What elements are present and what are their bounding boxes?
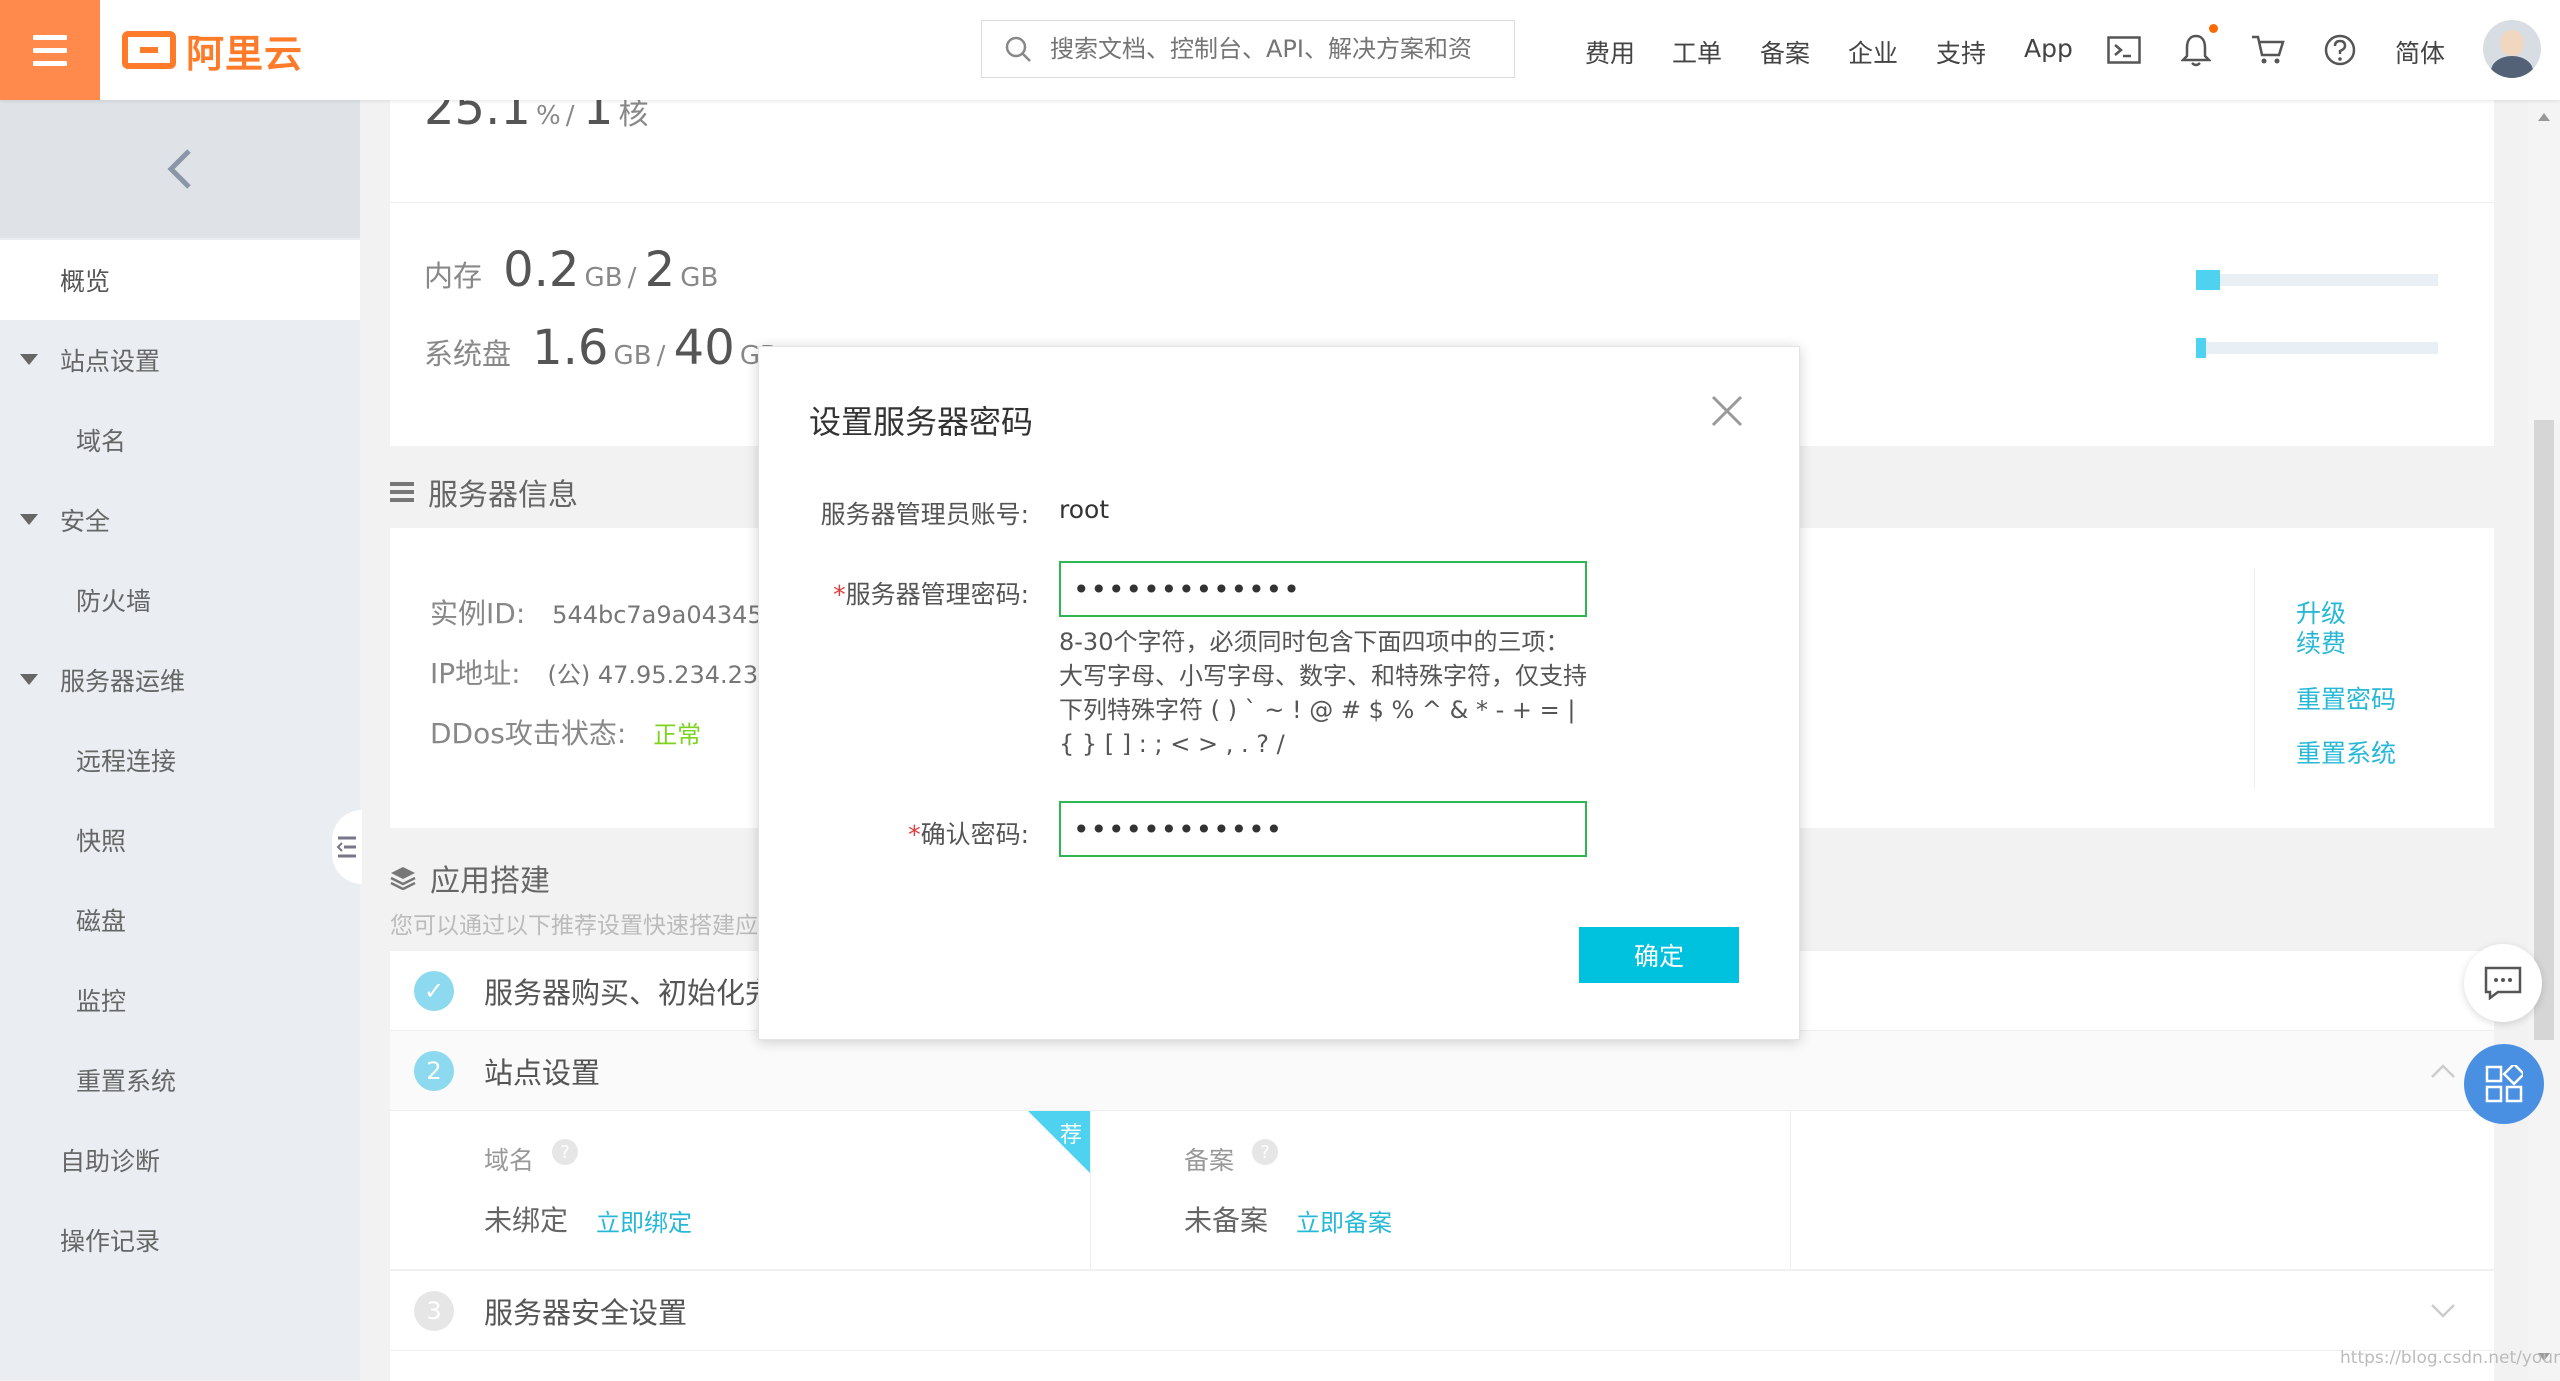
nav-support[interactable]: 支持 xyxy=(1936,34,1986,70)
layers-icon xyxy=(390,867,416,890)
app-build-heading: 应用搭建 xyxy=(390,856,550,900)
sidebar-item-snapshot[interactable]: 快照 xyxy=(0,800,360,880)
memory-progress-bar xyxy=(2196,270,2438,290)
server-info-heading: 服务器信息 xyxy=(390,470,578,514)
nav-app[interactable]: App xyxy=(2024,34,2073,63)
sidebar-item-reset-system[interactable]: 重置系统 xyxy=(0,1040,360,1120)
sidebar-item-site-settings[interactable]: 站点设置 xyxy=(0,320,360,400)
apply-icp-link[interactable]: 立即备案 xyxy=(1296,1203,1392,1238)
nav-enterprise[interactable]: 企业 xyxy=(1848,34,1898,70)
help-icon[interactable]: ? xyxy=(552,1139,578,1165)
chat-icon xyxy=(2484,966,2522,1000)
account-value: root xyxy=(1059,495,1110,524)
sidebar-item-operation-log[interactable]: 操作记录 xyxy=(0,1200,360,1280)
terminal-icon[interactable] xyxy=(2104,30,2144,70)
reset-system-link[interactable]: 重置系统 xyxy=(2296,734,2396,770)
sidebar-back-button[interactable] xyxy=(0,100,360,238)
icp-status: 未备案 xyxy=(1184,1204,1269,1237)
sidebar-item-firewall[interactable]: 防火墙 xyxy=(0,560,360,640)
hamburger-menu-button[interactable] xyxy=(0,0,100,100)
search-box[interactable] xyxy=(981,20,1515,78)
scroll-up-icon[interactable] xyxy=(2537,112,2551,122)
password-input[interactable] xyxy=(1059,561,1587,617)
help-icon[interactable]: ? xyxy=(1252,1139,1278,1165)
notification-dot xyxy=(2209,24,2218,33)
caret-down-icon xyxy=(20,674,38,685)
sidebar-item-monitor[interactable]: 监控 xyxy=(0,960,360,1040)
list-icon xyxy=(336,836,356,858)
nav-icp[interactable]: 备案 xyxy=(1760,34,1810,70)
logo-mark-icon xyxy=(122,31,176,69)
chevron-up-icon xyxy=(2431,1064,2455,1078)
recommend-badge: 荐 xyxy=(1060,1123,1083,1148)
search-icon xyxy=(1005,36,1031,62)
dialog-title: 设置服务器密码 xyxy=(809,403,1034,441)
step-number: 2 xyxy=(414,1051,454,1091)
password-hint: 8-30个字符，必须同时包含下面四项中的三项：大写字母、小写字母、数字、和特殊字… xyxy=(1059,628,1587,758)
sidebar-item-overview[interactable]: 概览 xyxy=(0,240,360,320)
sidebar-item-disk[interactable]: 磁盘 xyxy=(0,880,360,960)
sidebar-item-domain[interactable]: 域名 xyxy=(0,400,360,480)
confirm-button[interactable]: 确定 xyxy=(1579,927,1739,983)
app-build-desc: 您可以通过以下推荐设置快速搭建应 xyxy=(390,913,758,939)
check-icon: ✓ xyxy=(414,971,454,1011)
sidebar-item-server-ops[interactable]: 服务器运维 xyxy=(0,640,360,720)
bell-icon[interactable] xyxy=(2176,30,2216,70)
help-icon[interactable] xyxy=(2320,30,2360,70)
renew-link-part[interactable]: 续费 xyxy=(2296,624,2346,660)
app-grid-button[interactable] xyxy=(2464,1044,2544,1124)
ddos-status-badge: 正常 xyxy=(653,721,702,749)
cart-icon[interactable] xyxy=(2248,30,2288,70)
feedback-button[interactable] xyxy=(2464,944,2542,1022)
disk-progress-fill xyxy=(2196,338,2206,358)
site-settings-panel: 荐 域名 ? 未绑定 立即绑定 备案 ? 未备案 立即备案 xyxy=(390,1110,2494,1269)
watermark: https://blog.csdn.net/youngu xyxy=(2340,1348,2560,1368)
caret-down-icon xyxy=(20,354,38,365)
confirm-password-input[interactable] xyxy=(1059,801,1587,857)
scrollbar-thumb[interactable] xyxy=(2534,420,2554,1040)
set-password-dialog: 设置服务器密码 服务器管理员账号: root *服务器管理密码: 8-30个字符… xyxy=(758,346,1800,1040)
sidebar-item-security[interactable]: 安全 xyxy=(0,480,360,560)
nav-fee[interactable]: 费用 xyxy=(1585,34,1635,70)
step-row-security[interactable]: 3 服务器安全设置 xyxy=(390,1270,2494,1351)
instance-id-row: 实例ID: 544bc7a9a04345c4 xyxy=(430,597,792,630)
icp-label: 备案 xyxy=(1184,1146,1235,1175)
nav-ticket[interactable]: 工单 xyxy=(1672,34,1722,70)
list-icon xyxy=(390,482,414,502)
password-label: *服务器管理密码: xyxy=(833,580,1029,609)
top-bar: 阿里云 费用 工单 备案 企业 支持 App 简体 xyxy=(0,0,2560,100)
ip-address-row: IP地址: (公) 47.95.234.230 xyxy=(430,657,774,690)
step-row-next xyxy=(390,1350,2494,1381)
step-number: 3 xyxy=(414,1291,454,1331)
step-row-site-settings[interactable]: 2 站点设置 xyxy=(390,1030,2494,1111)
memory-progress-fill xyxy=(2196,270,2220,290)
aliyun-logo[interactable]: 阿里云 xyxy=(122,24,303,76)
domain-status: 未绑定 xyxy=(484,1204,569,1237)
sidebar: 概览 站点设置 域名 安全 防火墙 服务器运维 远程连接 快照 磁盘 监控 重置… xyxy=(0,100,362,1380)
ddos-status-row: DDos攻击状态: 正常 xyxy=(430,717,702,750)
account-label: 服务器管理员账号: xyxy=(820,500,1029,529)
search-input[interactable] xyxy=(1048,34,1492,64)
reset-password-link[interactable]: 重置密码 xyxy=(2296,680,2396,716)
language-switch[interactable]: 简体 xyxy=(2395,34,2445,70)
close-icon[interactable] xyxy=(1707,391,1747,431)
grid-icon xyxy=(2485,1065,2523,1103)
domain-label: 域名 xyxy=(484,1146,535,1175)
memory-usage: 内存 0.2 GB / 2 GB xyxy=(424,242,719,298)
chevron-left-icon xyxy=(167,149,191,189)
sidebar-item-self-diagnose[interactable]: 自助诊断 xyxy=(0,1120,360,1200)
logo-text: 阿里云 xyxy=(186,31,304,76)
disk-progress-bar xyxy=(2196,338,2438,358)
disk-usage: 系统盘 1.6 GB / 40 GB xyxy=(424,320,778,376)
bind-domain-link[interactable]: 立即绑定 xyxy=(596,1203,692,1238)
confirm-password-label: *确认密码: xyxy=(908,820,1029,849)
caret-down-icon xyxy=(20,514,38,525)
chevron-down-icon xyxy=(2431,1304,2455,1318)
user-avatar[interactable] xyxy=(2483,20,2541,78)
page-scrollbar[interactable] xyxy=(2528,100,2560,1380)
sidebar-item-remote-connect[interactable]: 远程连接 xyxy=(0,720,360,800)
